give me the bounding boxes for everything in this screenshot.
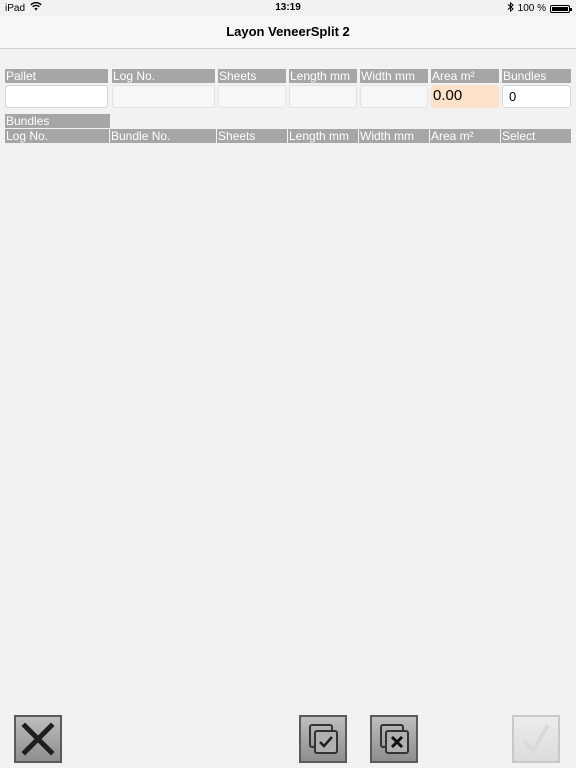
pallet-input[interactable] bbox=[5, 85, 108, 108]
battery-icon bbox=[550, 4, 572, 13]
bluetooth-icon bbox=[507, 1, 514, 15]
confirm-button[interactable] bbox=[512, 715, 560, 763]
bundles-col-log-no: Log No. bbox=[5, 129, 109, 143]
battery-percent: 100 % bbox=[517, 3, 546, 14]
status-bar: iPad 13:19 100 % bbox=[0, 0, 576, 16]
bundles-col-area: Area m² bbox=[430, 129, 500, 143]
page-title: Layon VeneerSplit 2 bbox=[226, 24, 350, 39]
bundles-col-sheets: Sheets bbox=[217, 129, 287, 143]
close-button[interactable] bbox=[14, 715, 62, 763]
bundles-section-title: Bundles bbox=[5, 114, 110, 128]
status-right: 100 % bbox=[507, 1, 572, 15]
header-pallet: Pallet bbox=[5, 69, 108, 83]
bundles-col-width: Width mm bbox=[359, 129, 429, 143]
clock: 13:19 bbox=[275, 2, 301, 13]
area-field: 0.00 bbox=[431, 85, 499, 108]
bundles-list bbox=[5, 144, 571, 704]
log-no-field bbox=[112, 85, 215, 108]
deselect-all-button[interactable] bbox=[370, 715, 418, 763]
navigation-bar: Layon VeneerSplit 2 bbox=[0, 16, 576, 49]
header-width: Width mm bbox=[360, 69, 428, 83]
select-all-button[interactable] bbox=[299, 715, 347, 763]
bundles-col-length: Length mm bbox=[288, 129, 358, 143]
header-sheets: Sheets bbox=[218, 69, 286, 83]
header-length: Length mm bbox=[289, 69, 357, 83]
bundles-col-select: Select bbox=[501, 129, 571, 143]
bundles-count-field: 0 bbox=[502, 85, 571, 108]
header-log-no: Log No. bbox=[112, 69, 215, 83]
bundles-col-bundle-no: Bundle No. bbox=[110, 129, 216, 143]
header-bundles: Bundles bbox=[502, 69, 571, 83]
width-field bbox=[360, 85, 428, 108]
length-field bbox=[289, 85, 357, 108]
header-area: Area m² bbox=[431, 69, 499, 83]
sheets-field bbox=[218, 85, 286, 108]
